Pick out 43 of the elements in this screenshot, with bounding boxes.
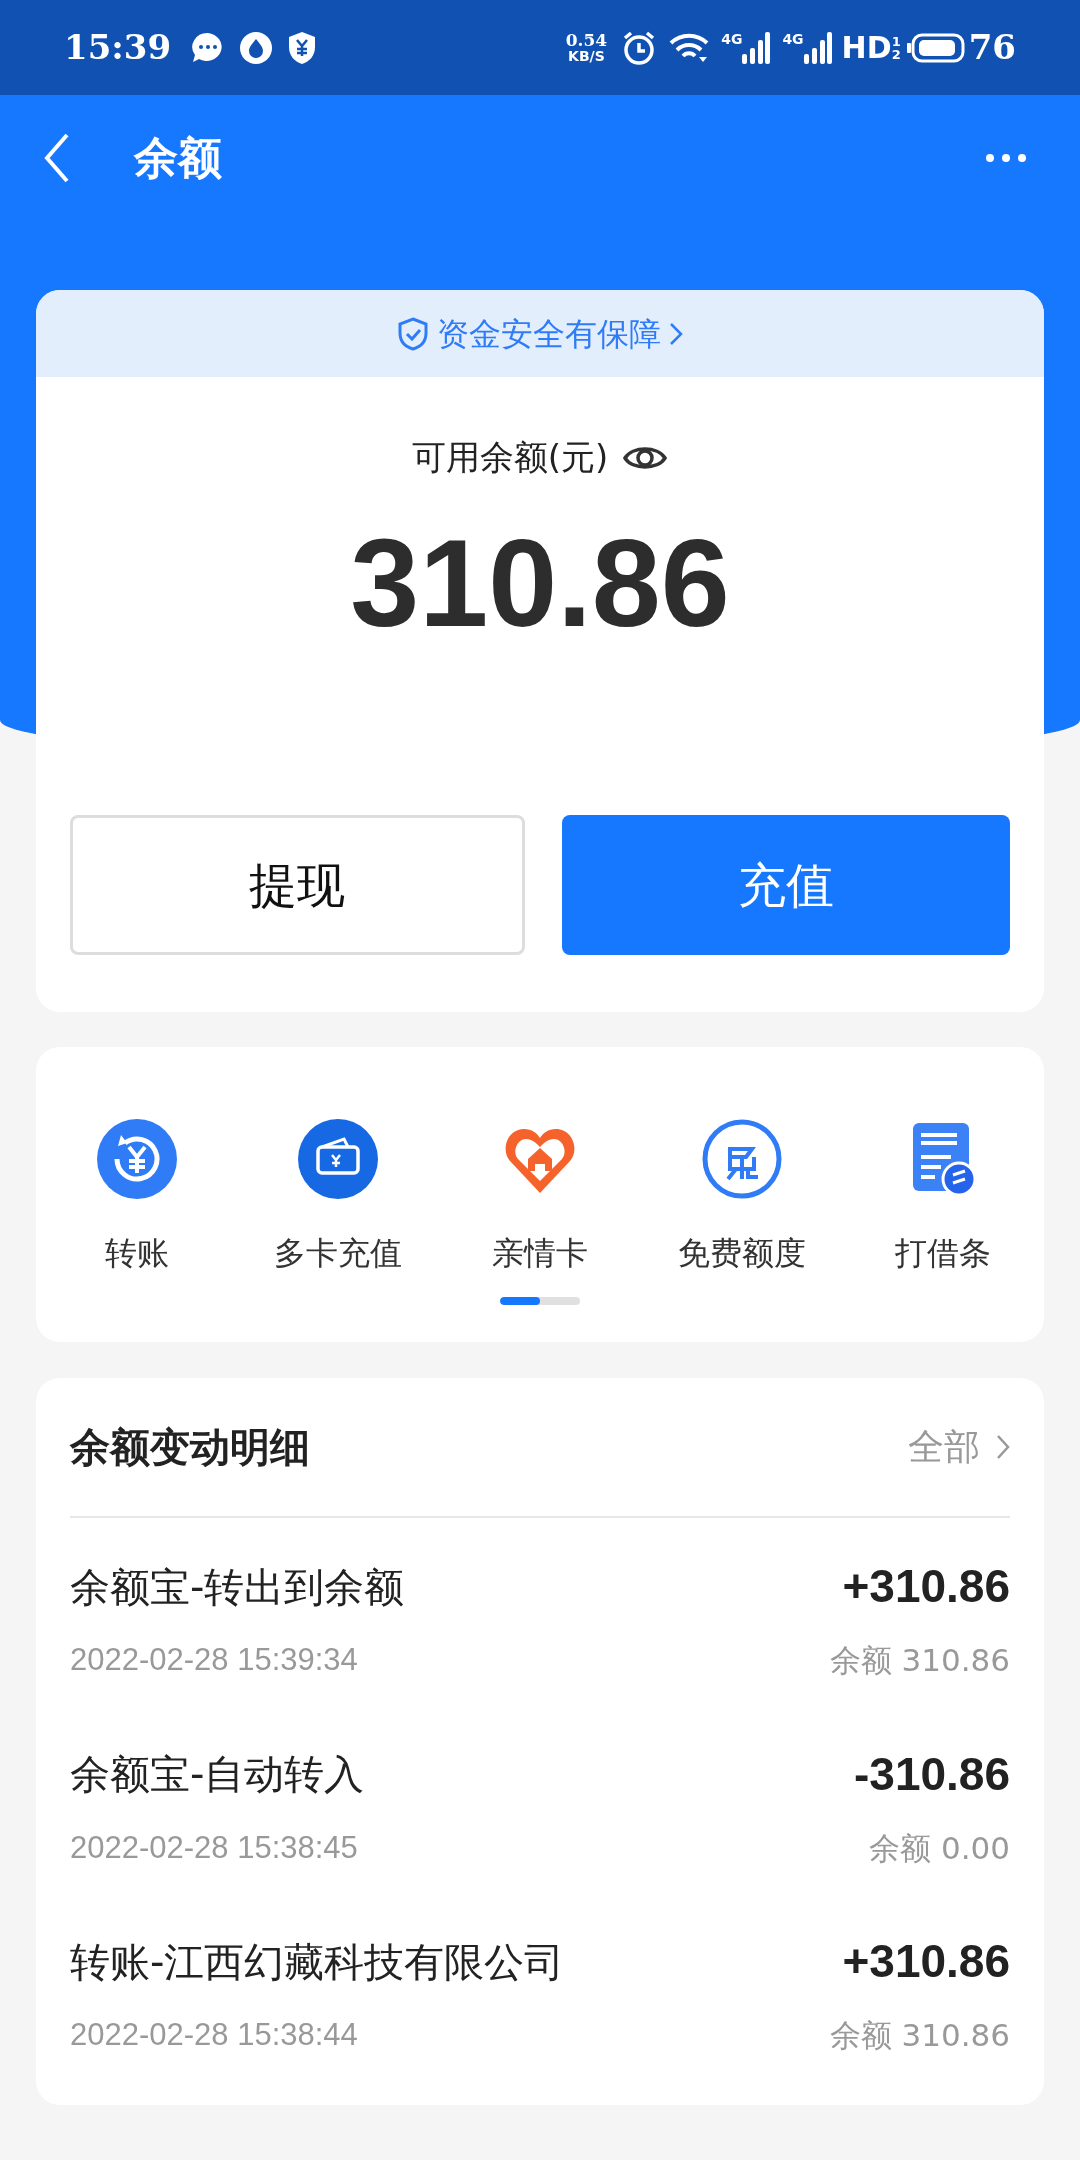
drop-circle-icon <box>239 30 274 65</box>
shield-icon <box>287 30 318 65</box>
transaction-time: 2022-02-28 15:38:44 <box>70 2016 358 2054</box>
transaction-title: 余额宝-转出到余额 <box>70 1562 405 1612</box>
balance-amount: 310.86 <box>350 521 730 645</box>
shortcut-item[interactable]: 打借条 <box>842 1117 1044 1277</box>
hd-label: HD <box>841 29 892 67</box>
recharge-button[interactable]: 充值 <box>561 815 1010 955</box>
wallet-icon <box>296 1117 381 1201</box>
signal-icon <box>803 31 832 64</box>
shortcut-item[interactable]: 多卡充值 <box>237 1117 440 1277</box>
transaction-time: 2022-02-28 15:39:34 <box>70 1641 358 1679</box>
transaction-title: 转账-江西幻藏科技有限公司 <box>70 1937 565 1987</box>
battery-icon <box>906 32 965 63</box>
transaction-amount: +310.86 <box>842 1559 1010 1614</box>
transaction-balance: 余额 310.86 <box>829 2016 1010 2055</box>
battery-level: 76 <box>968 26 1016 69</box>
network-type: 4G <box>782 31 804 46</box>
signal-icon <box>742 31 771 64</box>
chevron-right-icon <box>996 1434 1010 1460</box>
transaction-amount: -310.86 <box>854 1746 1010 1802</box>
transaction-balance: 余额 0.00 <box>869 1828 1010 1868</box>
hd-sim-bottom: 2 <box>891 47 901 61</box>
security-text: 资金安全有保障 <box>437 313 661 355</box>
transaction-balance: 余额 310.86 <box>829 1641 1010 1680</box>
shortcut-item[interactable]: 转账 <box>36 1117 238 1277</box>
shortcut-item[interactable]: 免费额度 <box>640 1117 843 1277</box>
transaction-title: 余额宝-自动转入 <box>70 1750 365 1799</box>
shield-check-icon <box>397 316 429 351</box>
hd-sim-top: 1 <box>891 34 901 48</box>
page-title: 余额 <box>134 130 222 185</box>
network-type: 4G <box>721 31 743 46</box>
network-speed-value: 0.54 <box>565 32 608 49</box>
currency-circle-icon <box>94 1117 179 1201</box>
transaction-time: 2022-02-28 15:38:45 <box>70 1828 358 1867</box>
chevron-right-icon <box>669 321 683 346</box>
shortcut-item[interactable]: 亲情卡 <box>439 1117 641 1277</box>
status-time: 15:39 <box>64 26 172 69</box>
transactions-title: 余额变动明细 <box>70 1423 310 1472</box>
transaction-amount: +310.86 <box>842 1934 1010 1989</box>
balance-label: 可用余额(元) <box>411 436 609 479</box>
withdraw-button[interactable]: 提现 <box>70 815 525 955</box>
network-speed-unit: KB/S <box>568 49 605 63</box>
